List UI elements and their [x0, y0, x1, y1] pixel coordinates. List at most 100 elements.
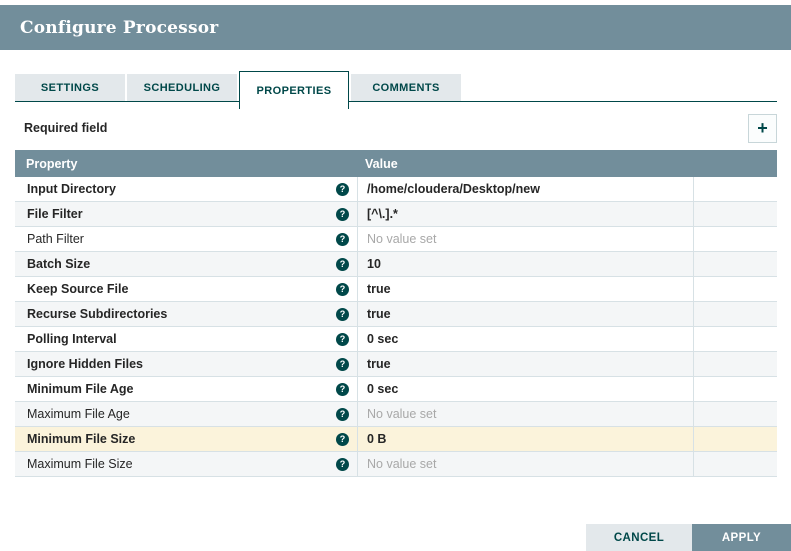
tab-settings[interactable]: SETTINGS: [15, 74, 125, 101]
row-extra-cell: [693, 202, 777, 226]
table-row: Ignore Hidden Files? true: [15, 352, 777, 377]
property-name-cell: Polling Interval?: [15, 327, 357, 351]
property-value-cell[interactable]: No value set: [357, 402, 693, 426]
property-value: 10: [367, 257, 381, 271]
property-name: Maximum File Age: [27, 407, 130, 421]
property-name-cell: File Filter?: [15, 202, 357, 226]
apply-button[interactable]: APPLY: [692, 524, 791, 551]
add-property-button[interactable]: +: [748, 114, 777, 143]
property-name-cell: Input Directory?: [15, 177, 357, 201]
tab-label: PROPERTIES: [256, 84, 332, 97]
property-name-cell: Batch Size?: [15, 252, 357, 276]
table-row: Input Directory? /home/cloudera/Desktop/n…: [15, 177, 777, 202]
property-name: File Filter: [27, 207, 83, 221]
table-row: Path Filter? No value set: [15, 227, 777, 252]
property-value-cell[interactable]: true: [357, 277, 693, 301]
row-extra-cell: [693, 252, 777, 276]
property-value-cell[interactable]: true: [357, 352, 693, 376]
column-header-property: Property: [26, 156, 78, 171]
property-name-cell: Minimum File Age?: [15, 377, 357, 401]
help-icon[interactable]: ?: [336, 232, 349, 246]
property-name-cell: Ignore Hidden Files?: [15, 352, 357, 376]
property-value: No value set: [367, 232, 437, 246]
property-value-cell[interactable]: /home/cloudera/Desktop/new: [357, 177, 693, 201]
property-value: true: [367, 307, 391, 321]
table-header-row: Property Value: [15, 150, 777, 177]
help-icon[interactable]: ?: [336, 382, 349, 396]
row-extra-cell: [693, 277, 777, 301]
table-row: Batch Size? 10: [15, 252, 777, 277]
property-value-cell[interactable]: 10: [357, 252, 693, 276]
row-extra-cell: [693, 377, 777, 401]
property-name-cell: Minimum File Size?: [15, 427, 357, 451]
property-value-cell[interactable]: No value set: [357, 227, 693, 251]
table-row: Recurse Subdirectories? true: [15, 302, 777, 327]
property-name: Path Filter: [27, 232, 84, 246]
property-value-cell[interactable]: true: [357, 302, 693, 326]
plus-icon: +: [757, 117, 768, 138]
table-row: Minimum File Age? 0 sec: [15, 377, 777, 402]
property-value: true: [367, 282, 391, 296]
help-icon[interactable]: ?: [336, 207, 349, 221]
property-name: Batch Size: [27, 257, 91, 271]
table-body: Input Directory? /home/cloudera/Desktop/n…: [15, 177, 777, 477]
property-name: Input Directory: [27, 182, 116, 196]
property-name-cell: Keep Source File?: [15, 277, 357, 301]
row-extra-cell: [693, 452, 777, 476]
row-extra-cell: [693, 327, 777, 351]
help-icon[interactable]: ?: [336, 282, 349, 296]
property-name: Recurse Subdirectories: [27, 307, 168, 321]
table-row: Maximum File Size? No value set: [15, 452, 777, 477]
row-extra-cell: [693, 227, 777, 251]
tab-properties[interactable]: PROPERTIES: [239, 71, 349, 109]
property-name: Polling Interval: [27, 332, 117, 346]
help-icon[interactable]: ?: [336, 257, 349, 271]
property-value-cell[interactable]: 0 sec: [357, 327, 693, 351]
property-name: Ignore Hidden Files: [27, 357, 143, 371]
property-value: [^\.].*: [367, 207, 398, 221]
property-value: No value set: [367, 407, 437, 421]
help-icon[interactable]: ?: [336, 457, 349, 471]
dialog-title: Configure Processor: [20, 17, 219, 38]
property-value: No value set: [367, 457, 437, 471]
property-name-cell: Maximum File Size?: [15, 452, 357, 476]
row-extra-cell: [693, 402, 777, 426]
property-name: Maximum File Size: [27, 457, 133, 471]
help-icon[interactable]: ?: [336, 332, 349, 346]
dialog-header: Configure Processor: [0, 5, 791, 50]
table-row: Polling Interval? 0 sec: [15, 327, 777, 352]
tab-label: SETTINGS: [40, 81, 100, 94]
property-value: 0 sec: [367, 382, 399, 396]
table-row: Maximum File Age? No value set: [15, 402, 777, 427]
tab-label: SCHEDULING: [143, 81, 221, 94]
tab-bar: SETTINGS SCHEDULING PROPERTIES COMMENTS: [15, 70, 777, 109]
property-value-cell[interactable]: 0 sec: [357, 377, 693, 401]
tab-comments[interactable]: COMMENTS: [351, 74, 461, 101]
row-extra-cell: [693, 177, 777, 201]
help-icon[interactable]: ?: [336, 432, 349, 446]
property-value: 0 B: [367, 432, 387, 446]
help-icon[interactable]: ?: [336, 407, 349, 421]
tab-label: COMMENTS: [372, 81, 440, 94]
property-name: Minimum File Size: [27, 432, 136, 446]
property-name: Minimum File Age: [27, 382, 134, 396]
column-header-value: Value: [365, 156, 398, 171]
required-field-label: Required field: [24, 121, 108, 135]
property-value: /home/cloudera/Desktop/new: [367, 182, 540, 196]
help-icon[interactable]: ?: [336, 182, 349, 196]
row-extra-cell: [693, 352, 777, 376]
property-value: true: [367, 357, 391, 371]
help-icon[interactable]: ?: [336, 357, 349, 371]
table-row: Minimum File Size? 0 B: [15, 427, 777, 452]
cancel-button[interactable]: CANCEL: [586, 524, 692, 551]
property-value-cell[interactable]: No value set: [357, 452, 693, 476]
property-value-cell[interactable]: 0 B: [357, 427, 693, 451]
properties-table: Property Value Input Directory? /home/clo…: [15, 150, 777, 477]
property-name-cell: Maximum File Age?: [15, 402, 357, 426]
tab-scheduling[interactable]: SCHEDULING: [127, 74, 237, 101]
help-icon[interactable]: ?: [336, 307, 349, 321]
property-name-cell: Path Filter?: [15, 227, 357, 251]
property-value-cell[interactable]: [^\.].*: [357, 202, 693, 226]
property-value: 0 sec: [367, 332, 399, 346]
row-extra-cell: [693, 427, 777, 451]
